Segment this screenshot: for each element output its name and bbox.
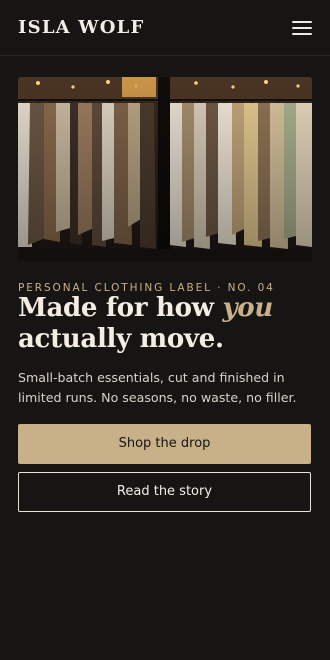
headline-accent: you <box>222 293 273 323</box>
menu-line <box>292 27 312 29</box>
shop-the-drop-button[interactable]: Shop the drop <box>18 424 311 464</box>
hero-description: Small-batch essentials, cut and finished… <box>18 370 297 405</box>
hamburger-menu-icon[interactable] <box>290 18 314 38</box>
read-the-story-button[interactable]: Read the story <box>18 472 311 512</box>
menu-line <box>292 21 312 23</box>
brand-logo[interactable]: ISLA WOLF <box>18 16 144 40</box>
headline-part2: actually move. <box>18 324 224 354</box>
clothing-rack-photo <box>18 77 312 261</box>
menu-line <box>292 33 312 35</box>
hero-headline: Made for how you actually move. <box>18 293 318 355</box>
headline-part1: Made for how <box>18 293 223 323</box>
hero-image <box>18 77 312 261</box>
site-header: ISLA WOLF <box>0 0 330 56</box>
